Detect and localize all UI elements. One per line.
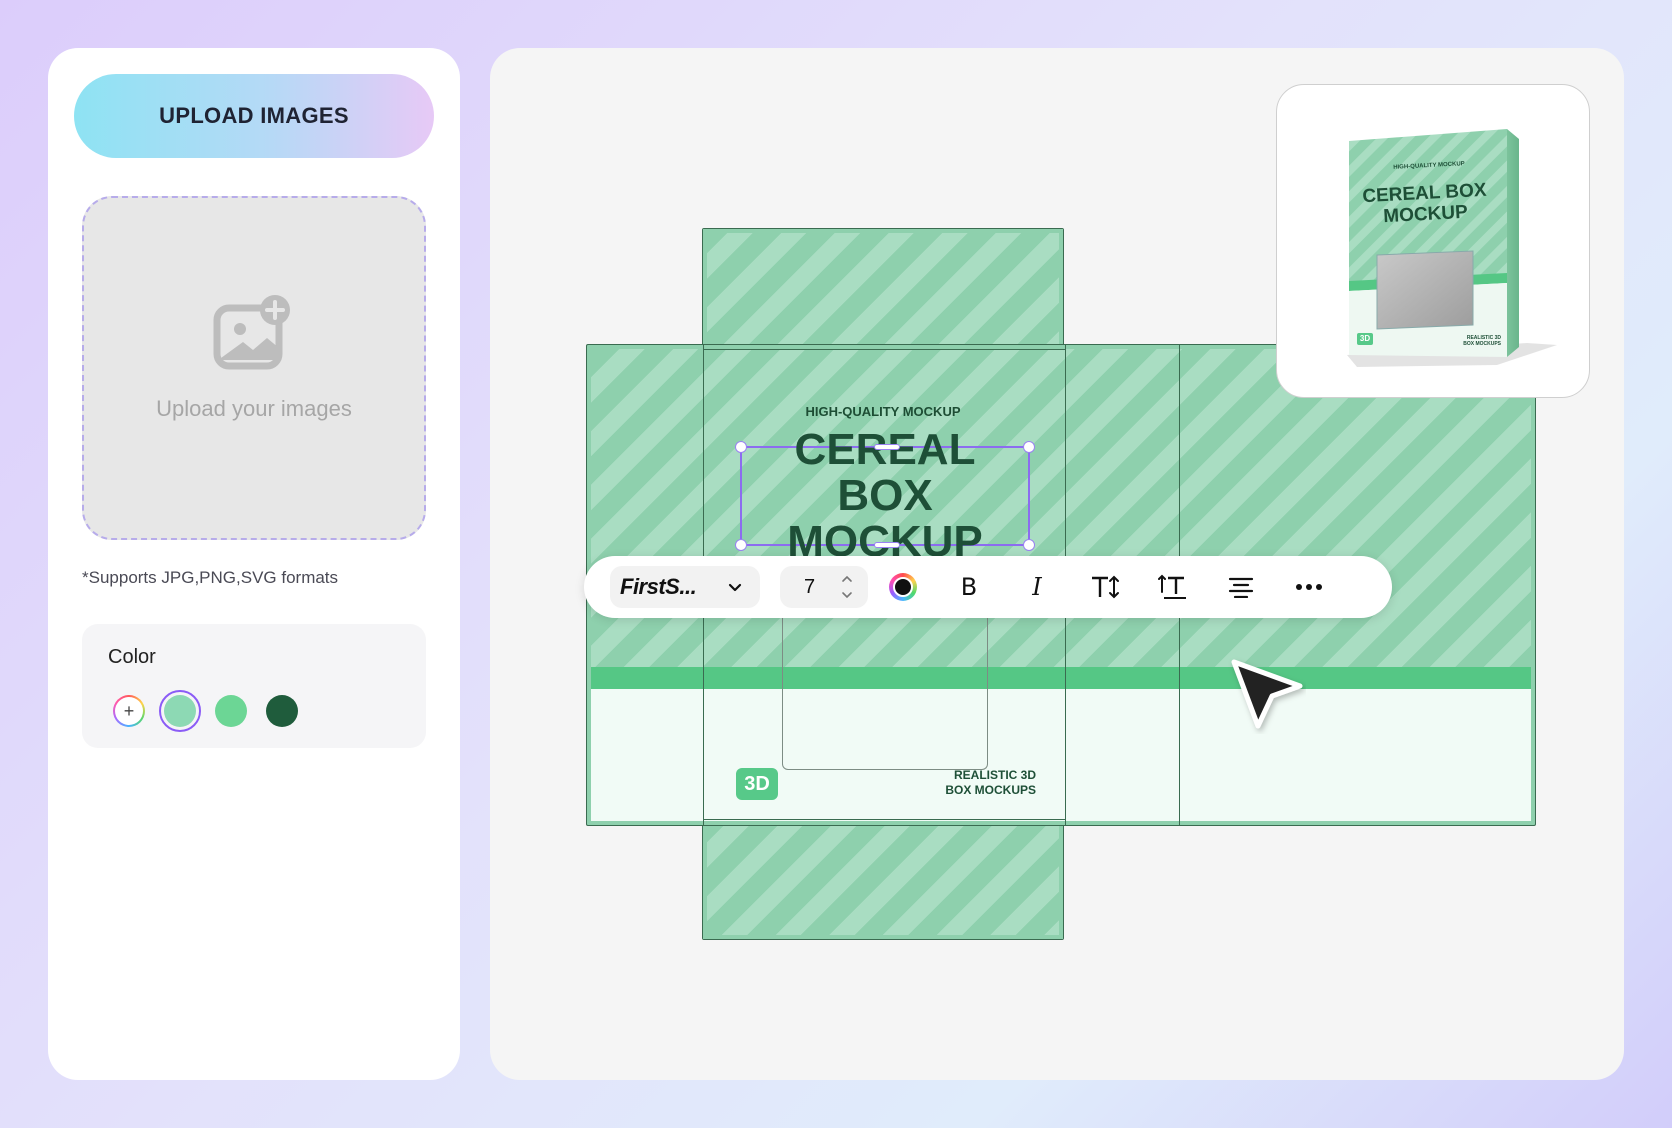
font-family-select[interactable]: FirstS... [610, 566, 760, 608]
color-title: Color [108, 646, 156, 668]
fold-line [703, 349, 1065, 350]
resize-handle[interactable] [874, 444, 900, 450]
bold-button[interactable]: B [952, 570, 986, 604]
resize-handle[interactable] [1023, 441, 1035, 453]
resize-handle[interactable] [735, 539, 747, 551]
box-tagline: REALISTIC 3D BOX MOCKUPS [916, 768, 1036, 798]
tagline-line1: REALISTIC 3D [953, 768, 1036, 782]
text-toolbar: FirstS... 7 B I [584, 556, 1392, 618]
box-3d-render [1347, 129, 1557, 367]
preview-tagline-line2: BOX MOCKUPS [1463, 341, 1501, 347]
italic-icon: I [1032, 573, 1042, 601]
tagline-line2: BOX MOCKUPS [945, 783, 1036, 797]
bold-icon: B [960, 573, 978, 601]
sidebar-panel: UPLOAD IMAGES Upload your images *Suppor… [48, 48, 460, 1080]
supported-formats-note: *Supports JPG,PNG,SVG formats [82, 568, 339, 587]
add-color-wrapper: + [108, 690, 150, 732]
color-swatch-dark-green[interactable] [266, 695, 298, 727]
align-center-button[interactable] [1224, 570, 1258, 604]
add-color-button[interactable]: + [113, 695, 145, 727]
font-size-value: 7 [804, 576, 816, 598]
fold-line [703, 819, 1065, 820]
swatch-wrapper-selected [159, 690, 201, 732]
stepper-icon[interactable] [840, 572, 854, 602]
3d-preview-card[interactable]: HIGH-QUALITY MOCKUP CEREAL BOX MOCKUP 3D… [1276, 84, 1590, 398]
lower-panel [591, 689, 1531, 821]
resize-handle[interactable] [735, 441, 747, 453]
line-height-button[interactable] [1156, 570, 1190, 604]
preview-title: CEREAL BOX MOCKUP [1356, 179, 1494, 228]
italic-button[interactable]: I [1020, 570, 1054, 604]
plus-icon: + [115, 697, 143, 725]
text-color-button[interactable] [886, 570, 920, 604]
color-swatches: + [108, 690, 312, 732]
add-image-icon [213, 295, 290, 370]
box-title-line1: CEREAL BOX [795, 427, 976, 520]
dropzone-text: Upload your images [156, 396, 352, 421]
preview-tagline: REALISTIC 3D BOX MOCKUPS [1445, 335, 1501, 347]
align-center-icon [1228, 577, 1254, 598]
chevron-down-icon [728, 583, 742, 592]
badge-3d: 3D [736, 768, 778, 800]
font-size-input[interactable]: 7 [780, 566, 868, 608]
image-dropzone[interactable]: Upload your images [82, 196, 426, 540]
preview-badge: 3D [1359, 334, 1371, 343]
more-icon [1296, 584, 1322, 590]
line-height-icon [1158, 574, 1186, 599]
text-color-icon [889, 573, 917, 601]
resize-handle[interactable] [1023, 539, 1035, 551]
editor-canvas[interactable]: HIGH-QUALITY MOCKUP CEREAL BOX MOCKUP 3D… [490, 48, 1624, 1080]
more-options-button[interactable] [1292, 570, 1326, 604]
swatch-wrapper [210, 690, 252, 732]
upload-images-button[interactable]: UPLOAD IMAGES [74, 74, 434, 158]
selected-text-box[interactable]: CEREAL BOX MOCKUP [735, 427, 1035, 565]
color-swatch-mint[interactable] [164, 695, 196, 727]
text-size-button[interactable] [1088, 570, 1122, 604]
font-family-value: FirstS... [620, 574, 697, 599]
mouse-cursor-icon [1231, 659, 1303, 729]
top-flap[interactable] [702, 228, 1064, 350]
color-section: Color + [82, 624, 426, 748]
resize-handle[interactable] [874, 542, 900, 548]
bottom-flap[interactable] [702, 818, 1064, 940]
window-cutout [782, 618, 988, 770]
text-size-icon [1092, 575, 1119, 599]
swatch-wrapper [261, 690, 303, 732]
green-band [591, 667, 1531, 689]
color-swatch-green[interactable] [215, 695, 247, 727]
box-top-label: HIGH-QUALITY MOCKUP [805, 404, 961, 419]
